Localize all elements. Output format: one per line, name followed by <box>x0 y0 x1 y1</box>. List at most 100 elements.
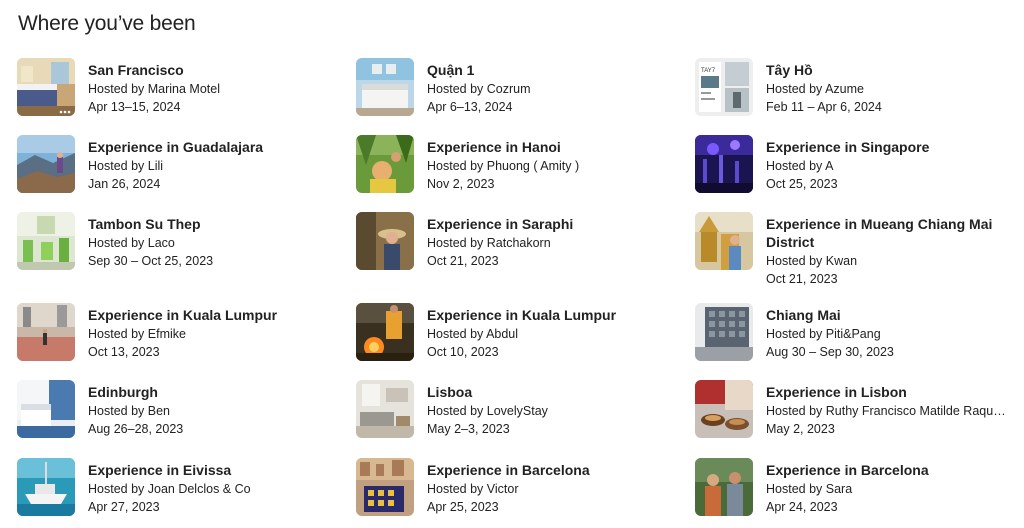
trip-thumbnail[interactable] <box>17 303 75 361</box>
trip-place[interactable]: San Francisco <box>88 61 338 79</box>
trip-card-16[interactable]: Experience in Barcelona Hosted by Victor… <box>356 458 677 516</box>
trip-host: Hosted by Victor <box>427 482 519 496</box>
past-trips-page: Where you’ve been San Francisco Hosted b… <box>0 0 1024 528</box>
trip-place[interactable]: Experience in Barcelona <box>427 461 677 479</box>
trip-dates: Oct 13, 2023 <box>88 345 160 359</box>
trip-thumbnail[interactable] <box>695 135 753 193</box>
trip-place[interactable]: Chiang Mai <box>766 306 1006 324</box>
trip-card-5[interactable]: Experience in Singapore Hosted by A Oct … <box>695 135 1006 193</box>
trip-thumbnail[interactable] <box>695 212 753 270</box>
trip-place[interactable]: Experience in Hanoi <box>427 138 677 156</box>
trip-host: Hosted by Marina Motel <box>88 82 221 96</box>
svg-text:TAY7: TAY7 <box>701 68 716 74</box>
trip-thumbnail[interactable] <box>356 135 414 193</box>
trip-place[interactable]: Experience in Eivissa <box>88 461 338 479</box>
trip-dates: Feb 11 – Apr 6, 2024 <box>766 100 882 114</box>
trip-dates: Oct 21, 2023 <box>766 272 838 286</box>
trip-card-9[interactable]: Experience in Kuala Lumpur Hosted by Efm… <box>17 303 338 361</box>
trip-host: Hosted by Sara <box>766 482 853 496</box>
trip-card-4[interactable]: Experience in Hanoi Hosted by Phuong ( A… <box>356 135 677 193</box>
trip-host: Hosted by Lili <box>88 159 164 173</box>
trip-place[interactable]: Experience in Kuala Lumpur <box>427 306 677 324</box>
trip-thumbnail[interactable] <box>356 458 414 516</box>
trip-card-2[interactable]: TAY7 Tây Hồ Hosted by Azume Feb 11 – Apr… <box>695 58 1006 116</box>
trip-place[interactable]: Experience in Saraphi <box>427 215 677 233</box>
trip-place[interactable]: Experience in Singapore <box>766 138 1006 156</box>
trip-place[interactable]: Experience in Lisbon <box>766 383 1006 401</box>
page-title: Where you’ve been <box>18 12 196 35</box>
trip-info: Experience in Hanoi Hosted by Phuong ( A… <box>427 135 677 193</box>
trip-thumbnail[interactable] <box>356 380 414 438</box>
trip-place[interactable]: Experience in Guadalajara <box>88 138 338 156</box>
trip-card-13[interactable]: Lisboa Hosted by LovelyStay May 2–3, 202… <box>356 380 677 438</box>
trip-place[interactable]: Lisboa <box>427 383 677 401</box>
trip-info: Experience in Barcelona Hosted by Sara A… <box>766 458 1006 516</box>
trip-info: Experience in Barcelona Hosted by Victor… <box>427 458 677 516</box>
trip-info: Experience in Kuala Lumpur Hosted by Efm… <box>88 303 338 361</box>
trip-dates: May 2, 2023 <box>766 422 835 436</box>
trip-card-15[interactable]: Experience in Eivissa Hosted by Joan Del… <box>17 458 338 516</box>
trip-place[interactable]: Tambon Su Thep <box>88 215 338 233</box>
trip-thumbnail[interactable] <box>17 212 75 270</box>
trip-dates: Apr 6–13, 2024 <box>427 100 513 114</box>
trip-thumbnail[interactable] <box>17 135 75 193</box>
trip-card-3[interactable]: Experience in Guadalajara Hosted by Lili… <box>17 135 338 193</box>
trip-thumbnail[interactable] <box>695 380 753 438</box>
trip-card-0[interactable]: San Francisco Hosted by Marina Motel Apr… <box>17 58 338 116</box>
trip-dates: Apr 27, 2023 <box>88 500 160 514</box>
trip-host: Hosted by Piti&Pang <box>766 327 881 341</box>
trip-thumbnail[interactable] <box>17 58 75 116</box>
trip-card-10[interactable]: Experience in Kuala Lumpur Hosted by Abd… <box>356 303 677 361</box>
trip-place[interactable]: Quận 1 <box>427 61 677 79</box>
trip-place[interactable]: Edinburgh <box>88 383 338 401</box>
trip-info: San Francisco Hosted by Marina Motel Apr… <box>88 58 338 116</box>
trip-host: Hosted by Efmike <box>88 327 186 341</box>
trip-info: Experience in Guadalajara Hosted by Lili… <box>88 135 338 193</box>
trip-dates: Apr 25, 2023 <box>427 500 499 514</box>
trip-info: Tambon Su Thep Hosted by Laco Sep 30 – O… <box>88 212 338 270</box>
trip-place[interactable]: Experience in Mueang Chiang Mai District <box>766 215 1006 251</box>
trip-thumbnail[interactable] <box>356 58 414 116</box>
trip-host: Hosted by Phuong ( Amity ) <box>427 159 580 173</box>
trip-card-14[interactable]: Experience in Lisbon Hosted by Ruthy Fra… <box>695 380 1006 438</box>
trip-thumbnail[interactable] <box>356 303 414 361</box>
trip-card-12[interactable]: Edinburgh Hosted by Ben Aug 26–28, 2023 <box>17 380 338 438</box>
trip-host: Hosted by Laco <box>88 236 175 250</box>
trip-info: Experience in Eivissa Hosted by Joan Del… <box>88 458 338 516</box>
trip-dates: Nov 2, 2023 <box>427 177 495 191</box>
trip-host: Hosted by Kwan <box>766 254 858 268</box>
trip-host: Hosted by Abdul <box>427 327 519 341</box>
trip-card-17[interactable]: Experience in Barcelona Hosted by Sara A… <box>695 458 1006 516</box>
trip-host: Hosted by Ratchakorn <box>427 236 551 250</box>
trip-thumbnail[interactable] <box>356 212 414 270</box>
trip-dates: May 2–3, 2023 <box>427 422 510 436</box>
trip-place[interactable]: Experience in Barcelona <box>766 461 1006 479</box>
trip-info: Edinburgh Hosted by Ben Aug 26–28, 2023 <box>88 380 338 438</box>
trip-info: Experience in Saraphi Hosted by Ratchako… <box>427 212 677 270</box>
trip-info: Lisboa Hosted by LovelyStay May 2–3, 202… <box>427 380 677 438</box>
trip-host: Hosted by A <box>766 159 834 173</box>
trip-dates: Jan 26, 2024 <box>88 177 161 191</box>
trip-thumbnail[interactable]: TAY7 <box>695 58 753 116</box>
trip-info: Tây Hồ Hosted by Azume Feb 11 – Apr 6, 2… <box>766 58 1006 116</box>
trip-info: Chiang Mai Hosted by Piti&Pang Aug 30 – … <box>766 303 1006 361</box>
trip-thumbnail[interactable] <box>17 458 75 516</box>
trip-thumbnail[interactable] <box>695 303 753 361</box>
trip-dates: Sep 30 – Oct 25, 2023 <box>88 254 214 268</box>
trip-host: Hosted by Joan Delclos & Co <box>88 482 251 496</box>
trip-info: Quận 1 Hosted by Cozrum Apr 6–13, 2024 <box>427 58 677 116</box>
trip-place[interactable]: Experience in Kuala Lumpur <box>88 306 338 324</box>
trip-card-6[interactable]: Tambon Su Thep Hosted by Laco Sep 30 – O… <box>17 212 338 270</box>
trip-thumbnail[interactable] <box>17 380 75 438</box>
trip-thumbnail[interactable] <box>695 458 753 516</box>
trip-card-1[interactable]: Quận 1 Hosted by Cozrum Apr 6–13, 2024 <box>356 58 677 116</box>
trip-dates: Oct 25, 2023 <box>766 177 838 191</box>
trip-host: Hosted by Ruthy Francisco Matilde Raquel… <box>766 404 1006 418</box>
trip-info: Experience in Lisbon Hosted by Ruthy Fra… <box>766 380 1006 438</box>
trip-card-7[interactable]: Experience in Saraphi Hosted by Ratchako… <box>356 212 677 270</box>
trip-card-8[interactable]: Experience in Mueang Chiang Mai District… <box>695 212 1006 288</box>
trip-place[interactable]: Tây Hồ <box>766 61 1006 79</box>
trip-info: Experience in Mueang Chiang Mai District… <box>766 212 1006 288</box>
trip-card-11[interactable]: Chiang Mai Hosted by Piti&Pang Aug 30 – … <box>695 303 1006 361</box>
trip-dates: Oct 21, 2023 <box>427 254 499 268</box>
